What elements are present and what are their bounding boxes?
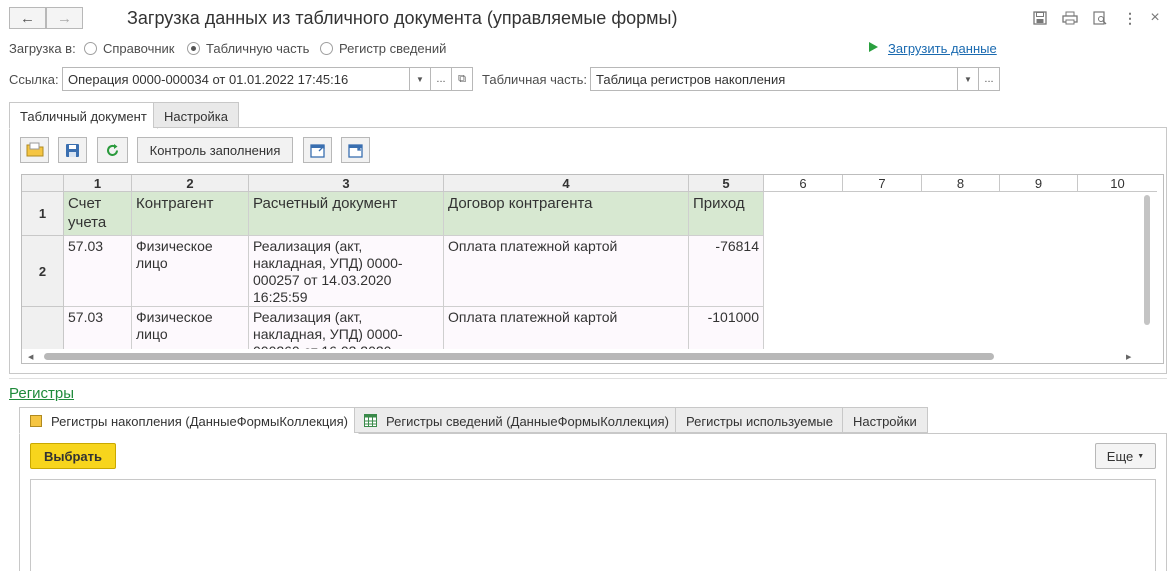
close-icon[interactable]: ×: [1146, 9, 1164, 27]
col-header[interactable]: 10: [1078, 175, 1157, 192]
col-header[interactable]: 1: [64, 175, 132, 192]
more-button-label: Еще: [1106, 448, 1134, 464]
load-to-label: Загрузка в:: [9, 41, 76, 56]
col-header[interactable]: 6: [764, 175, 843, 192]
export-button[interactable]: [303, 137, 332, 163]
forward-button[interactable]: →: [46, 7, 83, 29]
save-icon[interactable]: [1031, 9, 1049, 27]
registers-table[interactable]: [30, 479, 1156, 571]
back-button[interactable]: ←: [9, 7, 46, 29]
tab-used-registers[interactable]: Регистры используемые: [675, 407, 844, 433]
header-cell[interactable]: Приход: [689, 192, 764, 236]
chevron-down-icon: ▼: [964, 74, 972, 84]
tabular-dropdown-button[interactable]: ▼: [957, 67, 979, 91]
save-file-button[interactable]: [58, 137, 87, 163]
table-cell[interactable]: 57.03: [64, 236, 132, 307]
export-icon: [309, 144, 325, 158]
table-icon: [364, 414, 377, 427]
link-label: Ссылка:: [9, 72, 59, 87]
radio-tabular-part[interactable]: [187, 42, 200, 55]
col-header[interactable]: 2: [132, 175, 249, 192]
radio-catalog-label[interactable]: Справочник: [103, 41, 175, 56]
preview-icon[interactable]: [1091, 9, 1109, 27]
link-field[interactable]: Операция 0000-000034 от 01.01.2022 17:45…: [62, 67, 410, 91]
save-icon: [66, 143, 79, 157]
tabular-part-field[interactable]: Таблица регистров накопления: [590, 67, 958, 91]
tab-info-registers[interactable]: Регистры сведений (ДанныеФормыКоллекция): [354, 407, 680, 433]
refresh-icon: [107, 143, 118, 156]
row-header[interactable]: 2: [22, 236, 64, 307]
play-icon: [869, 42, 878, 52]
refresh-button[interactable]: [97, 137, 128, 163]
chevron-down-icon: ▼: [416, 74, 424, 84]
col-header[interactable]: 9: [1000, 175, 1078, 192]
header-cell[interactable]: Расчетный документ: [249, 192, 444, 236]
folder-icon: [26, 142, 43, 157]
load-data-link[interactable]: Загрузить данные: [888, 41, 997, 56]
table-cell[interactable]: Реализация (акт, накладная, УПД) 0000-00…: [249, 236, 444, 307]
link-open-button[interactable]: ⧉: [451, 67, 473, 91]
arrow-left-icon: ←: [20, 9, 35, 27]
header-cell[interactable]: Договор контрагента: [444, 192, 689, 236]
tabular-select-button[interactable]: ...: [978, 67, 1000, 91]
tabular-part-label: Табличная часть:: [482, 72, 587, 87]
link-select-button[interactable]: ...: [430, 67, 452, 91]
col-header[interactable]: 3: [249, 175, 444, 192]
horizontal-scrollbar[interactable]: [44, 353, 994, 360]
col-header[interactable]: 8: [922, 175, 1000, 192]
import-button[interactable]: [341, 137, 370, 163]
scroll-right-icon[interactable]: ▶: [1126, 353, 1131, 361]
check-fill-button[interactable]: Контроль заполнения: [137, 137, 293, 163]
corner-cell: [22, 175, 64, 192]
radio-catalog[interactable]: [84, 42, 97, 55]
radio-tabular-part-label[interactable]: Табличную часть: [206, 41, 309, 56]
tab-accumulation-registers[interactable]: Регистры накопления (ДанныеФормыКоллекци…: [19, 407, 359, 434]
radio-info-register-label[interactable]: Регистр сведений: [339, 41, 446, 56]
table-cell[interactable]: -76814: [689, 236, 764, 307]
tab-table-document[interactable]: Табличный документ: [9, 102, 158, 129]
open-file-button[interactable]: [20, 137, 49, 163]
col-header[interactable]: 7: [843, 175, 922, 192]
divider: [9, 378, 1167, 379]
more-vertical-icon[interactable]: ⋮: [1121, 9, 1139, 27]
table-cell[interactable]: Оплата платежной картой: [444, 236, 689, 307]
scroll-left-icon[interactable]: ◀: [28, 353, 33, 361]
tab-label: Регистры сведений (ДанныеФормыКоллекция): [386, 414, 669, 429]
registers-title[interactable]: Регистры: [9, 385, 74, 402]
table-cell[interactable]: Физическое лицо: [132, 236, 249, 307]
link-dropdown-button[interactable]: ▼: [409, 67, 431, 91]
tab-label: Регистры накопления (ДанныеФормыКоллекци…: [51, 414, 348, 429]
col-header[interactable]: 5: [689, 175, 764, 192]
print-icon[interactable]: [1061, 9, 1079, 27]
register-icon: [30, 415, 42, 427]
tab-settings[interactable]: Настройка: [153, 102, 239, 128]
arrow-right-icon: →: [57, 9, 72, 27]
header-cell[interactable]: Контрагент: [132, 192, 249, 236]
page-title: Загрузка данных из табличного документа …: [127, 8, 678, 28]
import-icon: [347, 144, 363, 158]
select-button[interactable]: Выбрать: [30, 443, 116, 469]
chevron-down-icon: ▼: [1137, 452, 1145, 460]
more-button[interactable]: Еще ▼: [1095, 443, 1156, 469]
radio-info-register[interactable]: [320, 42, 333, 55]
vertical-scrollbar[interactable]: [1144, 195, 1150, 325]
tab-register-settings[interactable]: Настройки: [842, 407, 928, 433]
header-cell[interactable]: Счет учета: [64, 192, 132, 236]
open-icon: ⧉: [458, 72, 466, 85]
spreadsheet[interactable]: 1 2 3 4 5 6 7 8 9 10 1 2 3 Счет учета Ко…: [21, 174, 1164, 364]
col-header[interactable]: 4: [444, 175, 689, 192]
row-header[interactable]: 1: [22, 192, 64, 236]
